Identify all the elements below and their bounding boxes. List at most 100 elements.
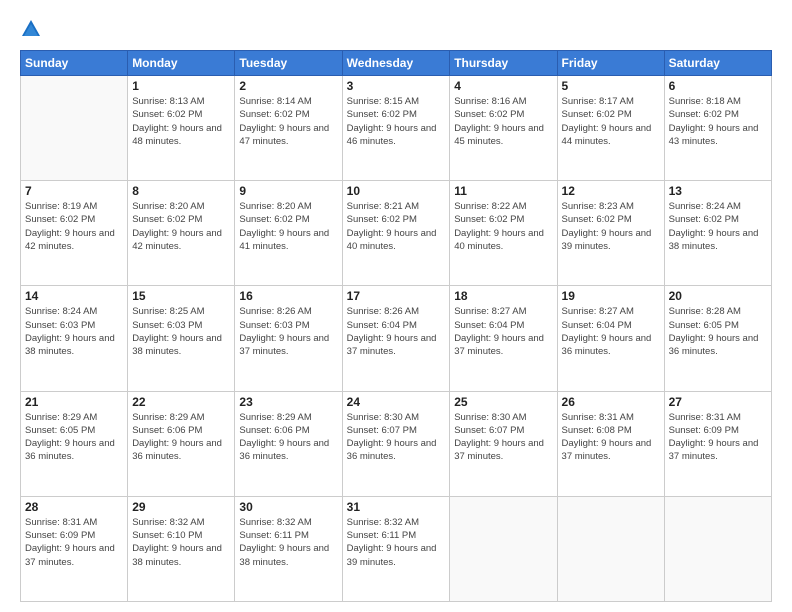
day-number: 31 — [347, 500, 446, 514]
day-number: 12 — [562, 184, 660, 198]
calendar-cell: 8 Sunrise: 8:20 AMSunset: 6:02 PMDaylight… — [128, 181, 235, 286]
calendar-cell: 22 Sunrise: 8:29 AMSunset: 6:06 PMDayligh… — [128, 391, 235, 496]
calendar-cell: 27Sunrise: 8:31 AMSunset: 6:09 PMDayligh… — [664, 391, 771, 496]
calendar-cell: 21Sunrise: 8:29 AMSunset: 6:05 PMDayligh… — [21, 391, 128, 496]
page: SundayMondayTuesdayWednesdayThursdayFrid… — [0, 0, 792, 612]
calendar-week-1: 1 Sunrise: 8:13 AMSunset: 6:02 PMDaylight… — [21, 76, 772, 181]
day-info: Sunrise: 8:32 AMSunset: 6:11 PMDaylight:… — [239, 516, 337, 569]
day-number: 21 — [25, 395, 123, 409]
day-info: Sunrise: 8:14 AMSunset: 6:02 PMDaylight:… — [239, 95, 337, 148]
day-number: 9 — [239, 184, 337, 198]
calendar-cell: 15 Sunrise: 8:25 AMSunset: 6:03 PMDayligh… — [128, 286, 235, 391]
day-number: 25 — [454, 395, 552, 409]
calendar-header-row: SundayMondayTuesdayWednesdayThursdayFrid… — [21, 51, 772, 76]
day-number: 8 — [132, 184, 230, 198]
day-number: 22 — [132, 395, 230, 409]
calendar-cell: 25 Sunrise: 8:30 AMSunset: 6:07 PMDayligh… — [450, 391, 557, 496]
calendar-cell: 17 Sunrise: 8:26 AMSunset: 6:04 PMDayligh… — [342, 286, 450, 391]
day-number: 17 — [347, 289, 446, 303]
day-number: 6 — [669, 79, 767, 93]
day-info: Sunrise: 8:18 AMSunset: 6:02 PMDaylight:… — [669, 95, 767, 148]
day-number: 5 — [562, 79, 660, 93]
day-info: Sunrise: 8:24 AMSunset: 6:02 PMDaylight:… — [669, 200, 767, 253]
day-number: 1 — [132, 79, 230, 93]
calendar-week-3: 14 Sunrise: 8:24 AMSunset: 6:03 PMDayligh… — [21, 286, 772, 391]
calendar-cell: 4 Sunrise: 8:16 AMSunset: 6:02 PMDaylight… — [450, 76, 557, 181]
day-info: Sunrise: 8:26 AMSunset: 6:03 PMDaylight:… — [239, 305, 337, 358]
day-info: Sunrise: 8:27 AMSunset: 6:04 PMDaylight:… — [562, 305, 660, 358]
calendar-cell: 7 Sunrise: 8:19 AMSunset: 6:02 PMDaylight… — [21, 181, 128, 286]
day-info: Sunrise: 8:13 AMSunset: 6:02 PMDaylight:… — [132, 95, 230, 148]
calendar-cell: 12 Sunrise: 8:23 AMSunset: 6:02 PMDayligh… — [557, 181, 664, 286]
logo-icon — [20, 18, 42, 40]
column-header-tuesday: Tuesday — [235, 51, 342, 76]
day-info: Sunrise: 8:27 AMSunset: 6:04 PMDaylight:… — [454, 305, 552, 358]
day-number: 26 — [562, 395, 660, 409]
calendar-week-5: 28Sunrise: 8:31 AMSunset: 6:09 PMDayligh… — [21, 496, 772, 601]
day-info: Sunrise: 8:26 AMSunset: 6:04 PMDaylight:… — [347, 305, 446, 358]
calendar-cell: 20Sunrise: 8:28 AMSunset: 6:05 PMDayligh… — [664, 286, 771, 391]
calendar-cell: 26Sunrise: 8:31 AMSunset: 6:08 PMDayligh… — [557, 391, 664, 496]
calendar-cell: 9 Sunrise: 8:20 AMSunset: 6:02 PMDaylight… — [235, 181, 342, 286]
day-info: Sunrise: 8:30 AMSunset: 6:07 PMDaylight:… — [454, 411, 552, 464]
calendar-cell: 18 Sunrise: 8:27 AMSunset: 6:04 PMDayligh… — [450, 286, 557, 391]
day-info: Sunrise: 8:32 AMSunset: 6:11 PMDaylight:… — [347, 516, 446, 569]
day-number: 15 — [132, 289, 230, 303]
column-header-wednesday: Wednesday — [342, 51, 450, 76]
calendar-cell: 2 Sunrise: 8:14 AMSunset: 6:02 PMDaylight… — [235, 76, 342, 181]
day-number: 18 — [454, 289, 552, 303]
calendar-cell: 1 Sunrise: 8:13 AMSunset: 6:02 PMDaylight… — [128, 76, 235, 181]
day-number: 23 — [239, 395, 337, 409]
column-header-saturday: Saturday — [664, 51, 771, 76]
day-info: Sunrise: 8:24 AMSunset: 6:03 PMDaylight:… — [25, 305, 123, 358]
calendar-cell — [557, 496, 664, 601]
day-info: Sunrise: 8:21 AMSunset: 6:02 PMDaylight:… — [347, 200, 446, 253]
calendar-cell: 19Sunrise: 8:27 AMSunset: 6:04 PMDayligh… — [557, 286, 664, 391]
day-info: Sunrise: 8:15 AMSunset: 6:02 PMDaylight:… — [347, 95, 446, 148]
calendar-cell: 31 Sunrise: 8:32 AMSunset: 6:11 PMDayligh… — [342, 496, 450, 601]
logo — [20, 18, 46, 40]
day-number: 10 — [347, 184, 446, 198]
calendar-cell: 28Sunrise: 8:31 AMSunset: 6:09 PMDayligh… — [21, 496, 128, 601]
header — [20, 18, 772, 40]
column-header-sunday: Sunday — [21, 51, 128, 76]
calendar-cell — [21, 76, 128, 181]
day-info: Sunrise: 8:20 AMSunset: 6:02 PMDaylight:… — [239, 200, 337, 253]
calendar-cell: 14 Sunrise: 8:24 AMSunset: 6:03 PMDayligh… — [21, 286, 128, 391]
day-info: Sunrise: 8:29 AMSunset: 6:06 PMDaylight:… — [239, 411, 337, 464]
calendar-cell: 5 Sunrise: 8:17 AMSunset: 6:02 PMDaylight… — [557, 76, 664, 181]
calendar-cell: 13Sunrise: 8:24 AMSunset: 6:02 PMDayligh… — [664, 181, 771, 286]
calendar-cell: 23 Sunrise: 8:29 AMSunset: 6:06 PMDayligh… — [235, 391, 342, 496]
day-number: 16 — [239, 289, 337, 303]
calendar-cell: 30 Sunrise: 8:32 AMSunset: 6:11 PMDayligh… — [235, 496, 342, 601]
day-number: 30 — [239, 500, 337, 514]
day-info: Sunrise: 8:31 AMSunset: 6:09 PMDaylight:… — [669, 411, 767, 464]
day-number: 7 — [25, 184, 123, 198]
calendar-table: SundayMondayTuesdayWednesdayThursdayFrid… — [20, 50, 772, 602]
calendar-cell: 29Sunrise: 8:32 AMSunset: 6:10 PMDayligh… — [128, 496, 235, 601]
calendar-cell: 3 Sunrise: 8:15 AMSunset: 6:02 PMDaylight… — [342, 76, 450, 181]
day-info: Sunrise: 8:19 AMSunset: 6:02 PMDaylight:… — [25, 200, 123, 253]
day-info: Sunrise: 8:23 AMSunset: 6:02 PMDaylight:… — [562, 200, 660, 253]
day-number: 28 — [25, 500, 123, 514]
day-info: Sunrise: 8:16 AMSunset: 6:02 PMDaylight:… — [454, 95, 552, 148]
day-info: Sunrise: 8:28 AMSunset: 6:05 PMDaylight:… — [669, 305, 767, 358]
calendar-week-2: 7 Sunrise: 8:19 AMSunset: 6:02 PMDaylight… — [21, 181, 772, 286]
calendar-cell — [450, 496, 557, 601]
day-number: 4 — [454, 79, 552, 93]
day-info: Sunrise: 8:32 AMSunset: 6:10 PMDaylight:… — [132, 516, 230, 569]
day-info: Sunrise: 8:17 AMSunset: 6:02 PMDaylight:… — [562, 95, 660, 148]
day-number: 3 — [347, 79, 446, 93]
column-header-monday: Monday — [128, 51, 235, 76]
day-info: Sunrise: 8:30 AMSunset: 6:07 PMDaylight:… — [347, 411, 446, 464]
day-info: Sunrise: 8:25 AMSunset: 6:03 PMDaylight:… — [132, 305, 230, 358]
day-number: 2 — [239, 79, 337, 93]
calendar-week-4: 21Sunrise: 8:29 AMSunset: 6:05 PMDayligh… — [21, 391, 772, 496]
day-info: Sunrise: 8:20 AMSunset: 6:02 PMDaylight:… — [132, 200, 230, 253]
calendar-cell: 11Sunrise: 8:22 AMSunset: 6:02 PMDayligh… — [450, 181, 557, 286]
calendar-cell: 6 Sunrise: 8:18 AMSunset: 6:02 PMDaylight… — [664, 76, 771, 181]
day-number: 14 — [25, 289, 123, 303]
column-header-friday: Friday — [557, 51, 664, 76]
day-info: Sunrise: 8:29 AMSunset: 6:06 PMDaylight:… — [132, 411, 230, 464]
calendar-cell: 16 Sunrise: 8:26 AMSunset: 6:03 PMDayligh… — [235, 286, 342, 391]
